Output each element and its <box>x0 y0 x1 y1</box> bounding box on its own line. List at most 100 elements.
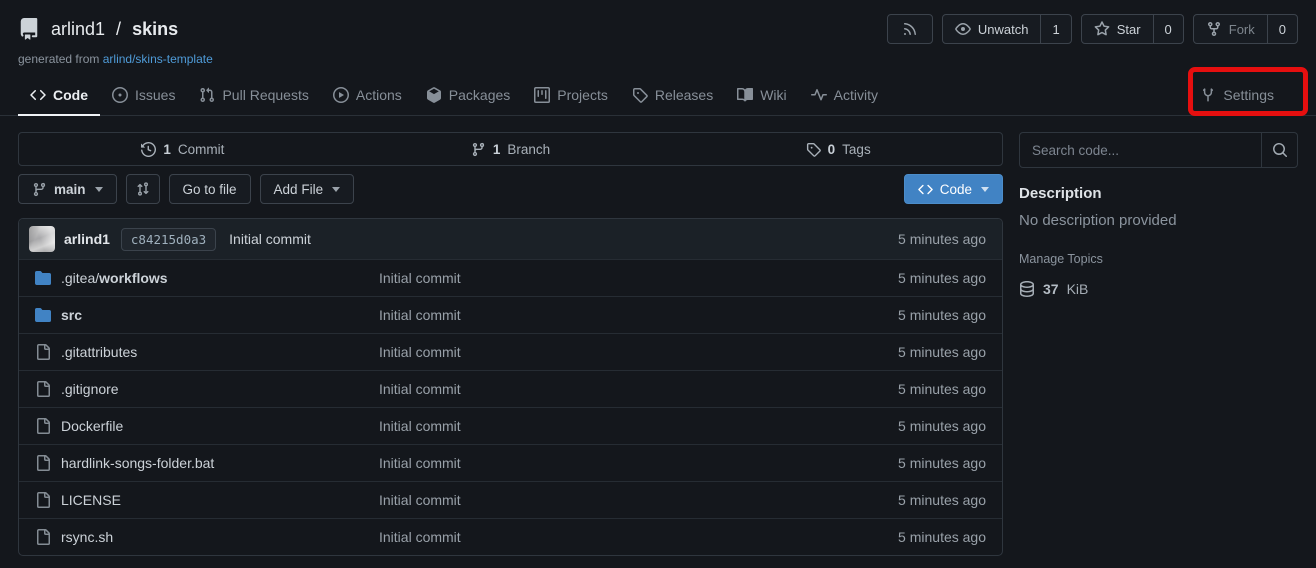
file-name: workflows <box>99 270 167 286</box>
repo-name-link[interactable]: skins <box>132 19 178 40</box>
repo-action-buttons: Unwatch 1 Star 0 Fork <box>887 14 1298 44</box>
file-link[interactable]: .gitea/workflows <box>35 270 379 286</box>
folder-icon <box>35 270 51 286</box>
pull-request-icon <box>199 87 215 103</box>
database-icon <box>1019 281 1035 297</box>
settings-tools-icon <box>1200 87 1216 103</box>
go-to-file-button[interactable]: Go to file <box>169 174 251 204</box>
branch-selector[interactable]: main <box>18 174 117 204</box>
file-row: .gitea/workflows Initial commit 5 minute… <box>19 259 1002 296</box>
star-button[interactable]: Star <box>1082 15 1153 43</box>
tab-activity[interactable]: Activity <box>799 75 890 116</box>
manage-topics-link[interactable]: Manage Topics <box>1019 252 1298 266</box>
tab-code[interactable]: Code <box>18 75 100 116</box>
file-icon <box>35 492 51 508</box>
file-commit-time: 5 minutes ago <box>898 529 986 545</box>
branch-icon <box>32 182 47 197</box>
tab-releases[interactable]: Releases <box>620 75 725 116</box>
file-link[interactable]: rsync.sh <box>35 529 379 545</box>
file-commit-message[interactable]: Initial commit <box>379 455 898 471</box>
commit-author-avatar[interactable] <box>29 226 55 252</box>
file-link[interactable]: src <box>35 307 379 323</box>
tab-pull-requests[interactable]: Pull Requests <box>187 75 320 116</box>
file-link[interactable]: LICENSE <box>35 492 379 508</box>
tab-projects-label: Projects <box>557 87 608 103</box>
tags-stat[interactable]: 0 Tags <box>674 133 1002 165</box>
file-name: hardlink-songs-folder.bat <box>61 455 214 471</box>
tab-issues-label: Issues <box>135 87 175 103</box>
watchers-count[interactable]: 1 <box>1040 15 1070 43</box>
code-download-dropdown[interactable]: Code <box>904 174 1003 204</box>
tab-wiki[interactable]: Wiki <box>725 75 798 116</box>
file-commit-message[interactable]: Initial commit <box>379 381 898 397</box>
file-row: .gitattributes Initial commit 5 minutes … <box>19 333 1002 370</box>
branches-stat[interactable]: 1 Branch <box>347 133 675 165</box>
tag-label: Tags <box>842 142 871 157</box>
file-commit-message[interactable]: Initial commit <box>379 344 898 360</box>
compare-icon <box>135 181 151 197</box>
caret-down-icon <box>981 187 989 192</box>
file-row: src Initial commit 5 minutes ago <box>19 296 1002 333</box>
tab-actions-label: Actions <box>356 87 402 103</box>
tab-actions[interactable]: Actions <box>321 75 414 116</box>
code-icon <box>918 182 933 197</box>
tab-projects[interactable]: Projects <box>522 75 620 116</box>
file-table: arlind1 c84215d0a3 Initial commit 5 minu… <box>18 218 1003 556</box>
fork-button[interactable]: Fork <box>1194 15 1267 43</box>
file-commit-message[interactable]: Initial commit <box>379 529 898 545</box>
file-commit-message[interactable]: Initial commit <box>379 270 898 286</box>
file-link[interactable]: hardlink-songs-folder.bat <box>35 455 379 471</box>
repo-owner-link[interactable]: arlind1 <box>51 19 105 40</box>
unwatch-button[interactable]: Unwatch <box>943 15 1041 43</box>
tab-packages[interactable]: Packages <box>414 75 522 116</box>
rss-icon <box>902 21 918 37</box>
commit-sha-badge[interactable]: c84215d0a3 <box>121 228 216 251</box>
tag-count: 0 <box>828 142 836 157</box>
code-icon <box>30 87 46 103</box>
latest-commit-row: arlind1 c84215d0a3 Initial commit 5 minu… <box>19 219 1002 259</box>
commit-time: 5 minutes ago <box>898 231 986 247</box>
repo-size-unit: KiB <box>1067 281 1089 297</box>
generated-from-text: generated from <box>18 52 99 66</box>
caret-down-icon <box>332 187 340 192</box>
file-commit-time: 5 minutes ago <box>898 455 986 471</box>
generated-from-line: generated from arlind/skins-template <box>18 52 1298 66</box>
file-row: LICENSE Initial commit 5 minutes ago <box>19 481 1002 518</box>
file-link[interactable]: .gitignore <box>35 381 379 397</box>
code-search-input[interactable] <box>1020 133 1261 167</box>
commits-stat[interactable]: 1 Commit <box>19 133 347 165</box>
rss-button[interactable] <box>887 14 933 44</box>
description-heading: Description <box>1019 185 1298 202</box>
search-button[interactable] <box>1261 133 1297 167</box>
stars-count[interactable]: 0 <box>1153 15 1183 43</box>
add-file-label: Add File <box>274 182 324 197</box>
file-name: .gitignore <box>61 381 119 397</box>
tab-issues[interactable]: Issues <box>100 75 187 116</box>
wiki-book-icon <box>737 87 753 103</box>
file-link[interactable]: .gitattributes <box>35 344 379 360</box>
tab-settings[interactable]: Settings <box>1188 75 1286 116</box>
repo-title: arlind1 / skins <box>18 18 178 40</box>
file-icon <box>35 418 51 434</box>
forks-count[interactable]: 0 <box>1267 15 1297 43</box>
commit-message-link[interactable]: Initial commit <box>229 231 311 247</box>
add-file-dropdown[interactable]: Add File <box>260 174 355 204</box>
file-commit-message[interactable]: Initial commit <box>379 492 898 508</box>
file-commit-time: 5 minutes ago <box>898 307 986 323</box>
code-button-label: Code <box>940 182 972 197</box>
commit-author-name[interactable]: arlind1 <box>64 231 110 247</box>
tab-wiki-label: Wiki <box>760 87 786 103</box>
tag-icon <box>806 142 821 157</box>
compare-button[interactable] <box>126 174 160 204</box>
repo-stats-bar: 1 Commit 1 Branch 0 Tags <box>18 132 1003 166</box>
file-commit-message[interactable]: Initial commit <box>379 307 898 323</box>
eye-icon <box>955 21 971 37</box>
repo-toolbar: main Go to file Add File Code <box>18 174 1003 204</box>
star-icon <box>1094 21 1110 37</box>
commit-label: Commit <box>178 142 225 157</box>
branch-label: Branch <box>507 142 550 157</box>
project-icon <box>534 87 550 103</box>
file-commit-message[interactable]: Initial commit <box>379 418 898 434</box>
file-link[interactable]: Dockerfile <box>35 418 379 434</box>
template-repo-link[interactable]: arlind/skins-template <box>103 52 213 66</box>
